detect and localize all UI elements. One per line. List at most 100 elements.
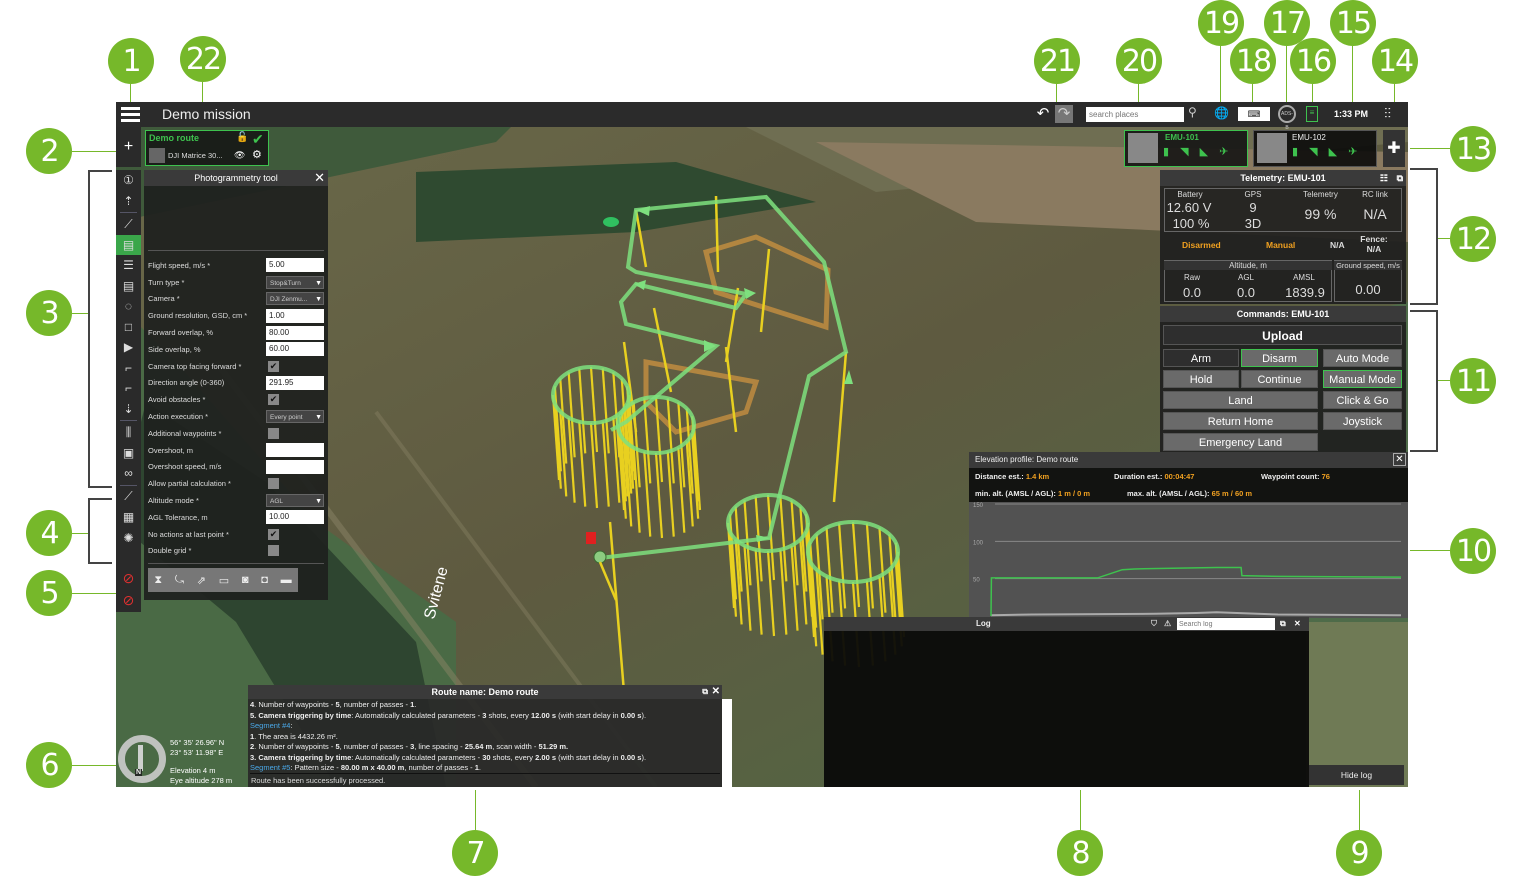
camera-by-time-icon[interactable]: ◙ [242, 574, 249, 586]
vehicle-card-emu-102[interactable]: EMU-102 ▮ ◥ ◣ ✈ [1253, 130, 1377, 167]
photogrammetry-icon[interactable]: ▤ [116, 234, 141, 255]
field-dropdown[interactable]: AGL ▼ [266, 494, 324, 508]
elevation-chart[interactable]: 150 100 50 [969, 502, 1408, 618]
search-icon[interactable]: ⚲ [1188, 105, 1197, 119]
text-part: : [290, 721, 293, 730]
field-input[interactable]: 5.00 [266, 258, 324, 273]
menu-button[interactable] [121, 107, 140, 122]
change-altitude-icon[interactable]: ⇗ [197, 574, 206, 587]
joystick-button[interactable]: Joystick [1323, 412, 1402, 430]
elevation-tool-icon[interactable]: ▦ [116, 507, 141, 528]
filter-icon[interactable]: ⛉ [1151, 617, 1157, 631]
field-checkbox[interactable] [268, 545, 279, 557]
mission-title[interactable]: Demo mission [162, 106, 251, 122]
vertical-photogrammetry-icon[interactable]: ⌐ [116, 358, 141, 379]
search-log-input[interactable] [1177, 618, 1275, 630]
landing-icon[interactable]: ⇣ [116, 399, 141, 420]
add-route-button[interactable]: + [116, 127, 141, 167]
copy-icon[interactable]: ⧉ [702, 685, 708, 699]
field-input[interactable] [266, 459, 324, 474]
callout-17: 17 [1264, 0, 1310, 46]
compass[interactable]: N [118, 735, 166, 783]
corridor-icon[interactable]: ⫼ [116, 422, 141, 443]
field-input[interactable]: 1.00 [266, 308, 324, 323]
sun-icon[interactable]: ✺ [116, 528, 141, 549]
close-icon[interactable]: ✕ [1393, 453, 1406, 466]
undo-button[interactable]: ↶ [1034, 105, 1052, 123]
no-fly-circle-icon[interactable]: ⊘ [116, 589, 141, 611]
change-yaw-icon[interactable]: ⤿ [175, 574, 184, 587]
no-fly-zone-icon[interactable]: ⊘ [116, 567, 141, 589]
route-info-scrollbar[interactable] [722, 699, 732, 787]
click-go-button[interactable]: Click & Go [1323, 391, 1402, 409]
wait-icon[interactable]: ⧗ [154, 574, 162, 587]
spiral-icon[interactable]: ▣ [116, 443, 141, 464]
lock-icon[interactable]: 🔓 [236, 132, 248, 143]
hold-button[interactable]: Hold [1163, 370, 1239, 388]
land-button[interactable]: Land [1163, 391, 1318, 409]
facade-scan-icon[interactable]: ▶ [116, 337, 141, 358]
camera-by-distance-icon[interactable]: ◘ [261, 574, 268, 586]
route-settings-icon[interactable]: ⚙ [252, 148, 262, 161]
settings-sliders-icon[interactable]: ⫶⫶ [1384, 105, 1391, 122]
continue-button[interactable]: Continue [1241, 370, 1318, 388]
field-dropdown[interactable]: DJI Zenmu... ▼ [266, 292, 324, 306]
camera-control-icon[interactable]: ▭ [219, 574, 229, 587]
field-checkbox[interactable] [268, 478, 279, 490]
telemetry-label: Telemetry [1303, 190, 1338, 199]
field-label: No actions at last point * [148, 529, 229, 539]
globe-icon[interactable]: 🌐 [1214, 106, 1229, 120]
circle-icon[interactable]: ◌ [116, 296, 141, 317]
field-input[interactable]: 10.00 [266, 510, 324, 525]
log-file-icon[interactable]: ≡ [1306, 106, 1318, 122]
emergency-land-button[interactable]: Emergency Land [1163, 433, 1318, 451]
takeoff-icon[interactable]: ⇡ [116, 191, 141, 212]
field-dropdown[interactable]: Every point ▼ [266, 410, 324, 424]
field-input[interactable]: 80.00 [266, 325, 324, 340]
list-view-icon[interactable]: ☷ [1380, 170, 1388, 186]
keyboard-icon[interactable]: ⌨ [1238, 107, 1270, 121]
area-scan-icon[interactable]: ☰ [116, 255, 141, 276]
close-icon[interactable]: ✕ [314, 170, 325, 186]
field-input[interactable]: 60.00 [266, 342, 324, 357]
close-icon[interactable]: ✕ [1294, 617, 1301, 631]
home-marker[interactable] [586, 532, 596, 544]
upload-button[interactable]: Upload [1163, 325, 1402, 345]
segment-link[interactable]: Segment #5 [250, 763, 290, 772]
segment-link[interactable]: Segment #4 [250, 721, 290, 730]
add-vehicle-button[interactable]: ✚ [1383, 130, 1405, 167]
rectangle-icon[interactable]: □ [116, 317, 141, 338]
auto-mode-button[interactable]: Auto Mode [1323, 349, 1402, 367]
waypoint-icon[interactable]: ① [116, 170, 141, 191]
search-places-input[interactable] [1086, 107, 1184, 122]
detach-icon[interactable]: ⧉ [1397, 170, 1403, 186]
close-icon[interactable]: ✕ [712, 685, 720, 699]
field-row: Double grid * [144, 543, 328, 560]
field-checkbox[interactable]: ✔ [268, 528, 279, 540]
ruler-icon[interactable]: ⟋ [116, 487, 141, 508]
field-input[interactable]: 291.95 [266, 375, 324, 390]
return-home-button[interactable]: Return Home [1163, 412, 1318, 430]
field-checkbox[interactable] [268, 427, 279, 439]
field-checkbox[interactable]: ✔ [268, 360, 279, 372]
circles-icon[interactable]: ∞ [116, 463, 141, 484]
hide-log-button[interactable]: Hide log [1309, 765, 1404, 785]
line-icon[interactable]: ⟋ [116, 214, 141, 235]
vehicle-card-emu-101[interactable]: EMU-101 ▮ ◥ ◣ ✈ [1124, 130, 1248, 167]
arm-button[interactable]: Arm [1163, 349, 1239, 367]
route-card[interactable]: Demo route DJI Matrice 30... 🔓 ✔ 👁 ⚙ [145, 130, 269, 166]
redo-button[interactable]: ↷ [1055, 105, 1073, 123]
field-checkbox[interactable]: ✔ [268, 394, 279, 406]
warning-icon[interactable]: ⚠ [1164, 617, 1171, 631]
adsb-icon[interactable]: ADS-B [1278, 105, 1296, 131]
y-tick-label: 50 [973, 578, 980, 584]
vertical-linear-icon[interactable]: ⌐ [116, 378, 141, 399]
visibility-eye-icon[interactable]: 👁 [234, 150, 245, 161]
field-dropdown[interactable]: Stop&Turn ▼ [266, 275, 324, 289]
field-input[interactable] [266, 443, 324, 458]
linear-scan-icon[interactable]: ▤ [116, 276, 141, 297]
copy-icon[interactable]: ⧉ [1280, 617, 1286, 631]
camera-stop-icon[interactable]: ▬ [281, 574, 292, 586]
manual-mode-button[interactable]: Manual Mode [1323, 370, 1402, 388]
disarm-button[interactable]: Disarm [1241, 349, 1318, 367]
